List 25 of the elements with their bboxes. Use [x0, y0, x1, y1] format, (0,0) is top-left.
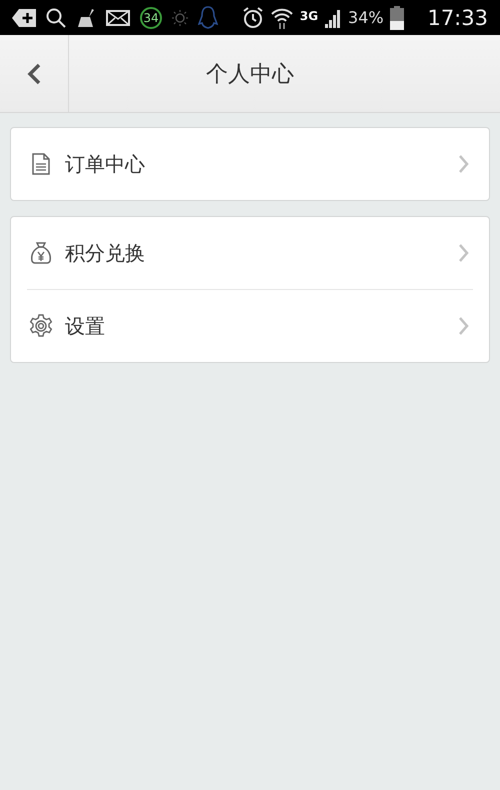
document-icon	[32, 153, 50, 175]
chevron-icon	[459, 244, 469, 262]
battery-icon	[390, 6, 404, 30]
broom-icon	[76, 8, 96, 26]
battery-percent: 34%	[348, 8, 384, 27]
menu-item[interactable]: 设置	[11, 290, 489, 362]
money-bag-icon	[29, 241, 53, 265]
notification-badge: 34	[140, 6, 162, 28]
network-type: 3G	[300, 8, 318, 22]
clock: 17:33	[427, 6, 488, 30]
menu-item[interactable]: 积分兑换	[11, 217, 489, 289]
plus-icon	[12, 8, 36, 26]
penguin-icon	[198, 6, 218, 30]
back-icon	[27, 62, 41, 84]
brightness-icon	[172, 10, 188, 26]
search-icon	[46, 8, 66, 28]
menu-item[interactable]: 订单中心	[11, 128, 489, 200]
mail-icon	[106, 10, 130, 26]
chevron-icon	[459, 317, 469, 335]
alarm-icon	[242, 6, 264, 28]
page-title: 个人中心	[205, 60, 295, 88]
wifi-icon	[270, 6, 294, 28]
signal-icon	[324, 8, 342, 28]
chevron-icon	[459, 155, 469, 173]
settings-icon	[29, 314, 53, 338]
